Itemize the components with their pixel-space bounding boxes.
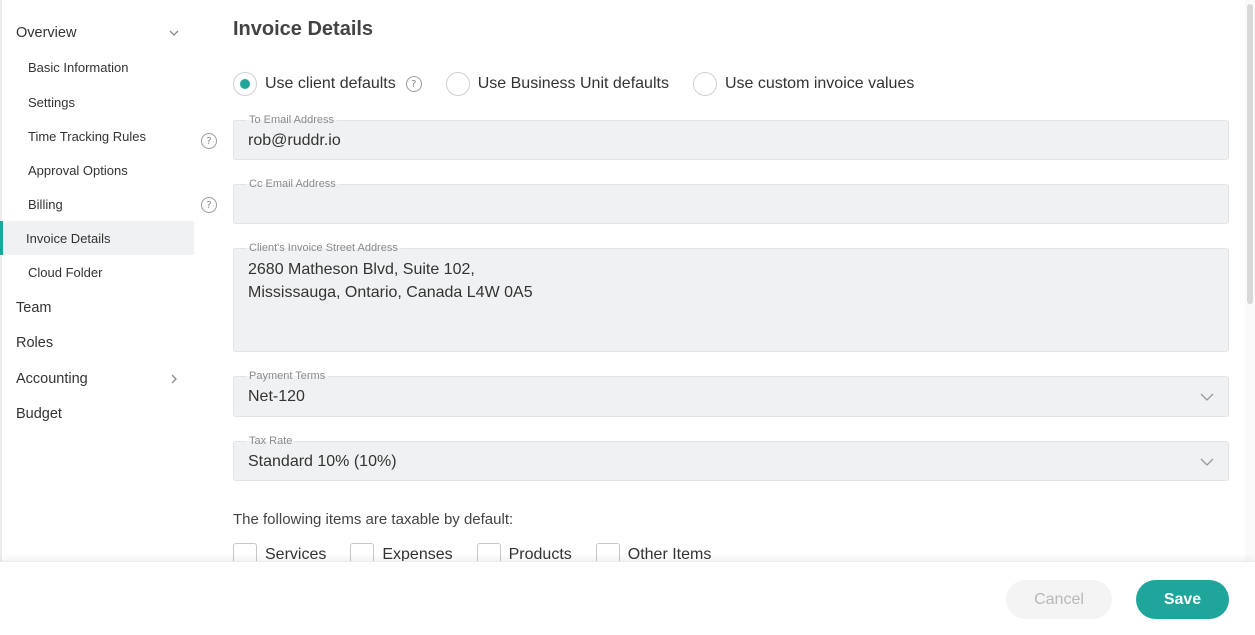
field-value: 2680 Matheson Blvd, Suite 102, Mississau… — [248, 261, 533, 301]
radio-use-custom-invoice-values[interactable]: Use custom invoice values — [692, 72, 915, 96]
to-email-field[interactable]: To Email Address rob@ruddr.io — [233, 114, 1229, 160]
sidebar-item-budget[interactable]: Budget — [2, 397, 194, 431]
help-circle-icon[interactable]: ? — [201, 197, 217, 213]
chevron-down-icon — [1200, 458, 1214, 466]
sidebar-item-accounting[interactable]: Accounting — [2, 362, 194, 396]
radio-use-client-defaults[interactable]: Use client defaults ? — [233, 72, 422, 96]
sidebar: Overview Basic Information Settings Time… — [0, 0, 217, 565]
sidebar-item-label: Roles — [16, 335, 54, 351]
scrollbar[interactable] — [1245, 0, 1255, 561]
sidebar-item-label: Approval Options — [28, 162, 128, 178]
invoice-source-radio-group: Use client defaults ? Use Business Unit … — [233, 70, 938, 98]
save-button[interactable]: Save — [1136, 580, 1229, 619]
sidebar-item-roles[interactable]: Roles — [2, 326, 194, 360]
street-address-textarea[interactable]: Client's Invoice Street Address 2680 Mat… — [233, 242, 1229, 352]
sidebar-item-label: Team — [16, 300, 52, 316]
payment-terms-select[interactable]: Payment Terms Net-120 — [233, 370, 1229, 417]
cancel-button[interactable]: Cancel — [1006, 580, 1112, 619]
field-label: Client's Invoice Street Address — [246, 242, 401, 254]
sidebar-item-label: Cloud Folder — [28, 264, 103, 280]
sidebar-item-label: Accounting — [16, 371, 88, 387]
field-label: Cc Email Address — [246, 178, 339, 190]
taxable-items-label: The following items are taxable by defau… — [233, 511, 514, 528]
sidebar-item-label: Billing — [28, 196, 63, 212]
chevron-down-icon — [169, 30, 179, 36]
sidebar-item-cloud-folder[interactable]: Cloud Folder — [2, 255, 194, 289]
sidebar-item-overview[interactable]: Overview — [2, 16, 194, 50]
sidebar-item-label: Invoice Details — [26, 230, 111, 246]
page-title: Invoice Details — [233, 18, 374, 40]
sidebar-item-settings[interactable]: Settings — [2, 85, 194, 119]
scrollbar-thumb[interactable] — [1247, 4, 1253, 304]
help-circle-icon[interactable]: ? — [405, 76, 422, 92]
sidebar-item-billing[interactable]: Billing — [2, 187, 194, 221]
sidebar-item-label: Time Tracking Rules — [28, 128, 146, 144]
field-label: Tax Rate — [246, 435, 296, 447]
tax-rate-select[interactable]: Tax Rate Standard 10% (10%) — [233, 435, 1229, 481]
field-value: Net-120 — [248, 388, 305, 405]
sidebar-item-invoice-details[interactable]: Invoice Details — [0, 221, 194, 255]
help-circle-icon[interactable]: ? — [201, 133, 217, 149]
radio-button[interactable] — [233, 72, 257, 96]
field-value: Standard 10% (10%) — [248, 453, 397, 470]
sidebar-item-approval-options[interactable]: Approval Options — [2, 153, 194, 187]
radio-button[interactable] — [692, 72, 717, 96]
field-value: rob@ruddr.io — [248, 132, 341, 149]
radio-use-business-unit-defaults[interactable]: Use Business Unit defaults — [445, 72, 669, 96]
radio-label: Use custom invoice values — [724, 75, 915, 92]
sidebar-item-label: Basic Information — [28, 59, 129, 75]
chevron-right-icon — [171, 374, 177, 384]
radio-label: Use Business Unit defaults — [477, 75, 669, 92]
chevron-down-icon — [1200, 393, 1214, 401]
field-label: Payment Terms — [246, 370, 329, 382]
radio-button[interactable] — [445, 72, 470, 96]
field-label: To Email Address — [246, 114, 337, 126]
radio-label: Use client defaults — [265, 75, 396, 92]
sidebar-item-label: Settings — [28, 94, 75, 110]
sidebar-item-team[interactable]: Team — [2, 291, 194, 325]
sidebar-item-label: Budget — [16, 406, 62, 422]
sidebar-item-time-tracking-rules[interactable]: Time Tracking Rules — [2, 119, 194, 153]
radio-selected-dot — [240, 79, 250, 89]
sidebar-item-basic-information[interactable]: Basic Information — [2, 50, 194, 84]
cc-email-field[interactable]: Cc Email Address — [233, 178, 1229, 224]
form-footer: Cancel Save — [0, 561, 1255, 635]
sidebar-item-label: Overview — [16, 25, 77, 41]
